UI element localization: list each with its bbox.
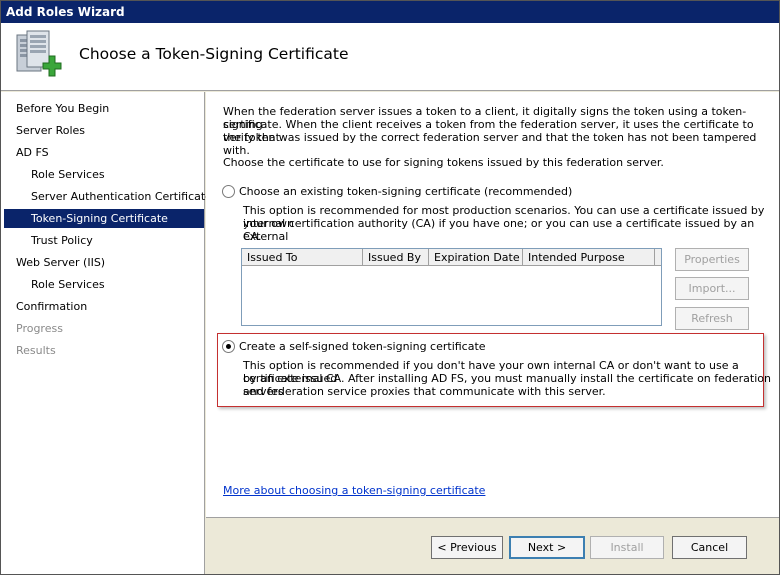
cancel-button[interactable]: Cancel <box>672 536 747 559</box>
wizard-window: Add Roles Wizard Choose a Token-Signing … <box>0 0 780 575</box>
wizard-footer: < Previous Next > Install Cancel <box>206 517 779 574</box>
previous-button[interactable]: < Previous <box>431 536 503 559</box>
step-server-authentication-certificate[interactable]: Server Authentication Certificate <box>31 187 212 206</box>
certificate-list[interactable]: Issued To Issued By Expiration Date Inte… <box>241 248 662 326</box>
next-button[interactable]: Next > <box>509 536 585 559</box>
existing-certificate-label[interactable]: Choose an existing token-signing certifi… <box>239 185 572 198</box>
intro-line-3: the token was issued by the correct fede… <box>223 131 757 157</box>
existing-desc-line-3: CA. <box>243 230 262 243</box>
step-token-signing-certificate-label: Token-Signing Certificate <box>31 212 168 225</box>
column-issued-to[interactable]: Issued To <box>242 249 363 266</box>
step-role-services-adfs[interactable]: Role Services <box>31 165 105 184</box>
wizard-content: When the federation server issues a toke… <box>206 92 779 517</box>
page-title: Choose a Token-Signing Certificate <box>79 45 349 63</box>
step-web-server-iis[interactable]: Web Server (IIS) <box>16 253 105 272</box>
install-button[interactable]: Install <box>590 536 664 559</box>
self-signed-certificate-label[interactable]: Create a self-signed token-signing certi… <box>239 340 486 353</box>
existing-desc-line-2: internal certification authority (CA) if… <box>243 217 755 243</box>
properties-button[interactable]: Properties <box>675 248 749 271</box>
certificate-list-header: Issued To Issued By Expiration Date Inte… <box>242 249 661 266</box>
step-token-signing-certificate[interactable]: Token-Signing Certificate <box>4 209 204 228</box>
wizard-header: Choose a Token-Signing Certificate <box>1 23 779 91</box>
choose-instruction: Choose the certificate to use for signin… <box>223 156 664 169</box>
window-title: Add Roles Wizard <box>6 5 125 19</box>
step-progress: Progress <box>16 322 63 335</box>
more-about-link[interactable]: More about choosing a token-signing cert… <box>223 484 485 497</box>
step-ad-fs[interactable]: AD FS <box>16 143 49 162</box>
existing-certificate-radio[interactable] <box>222 185 235 198</box>
step-confirmation[interactable]: Confirmation <box>16 297 87 316</box>
column-issued-by[interactable]: Issued By <box>363 249 429 266</box>
step-server-roles[interactable]: Server Roles <box>16 121 85 140</box>
column-expiration-date[interactable]: Expiration Date <box>429 249 523 266</box>
self-signed-certificate-radio[interactable] <box>222 340 235 353</box>
server-add-icon <box>16 30 62 77</box>
step-trust-policy[interactable]: Trust Policy <box>31 231 93 250</box>
self-signed-desc-line-3: and federation service proxies that comm… <box>243 385 606 398</box>
step-results: Results <box>16 344 56 357</box>
import-button[interactable]: Import... <box>675 277 749 300</box>
step-before-you-begin[interactable]: Before You Begin <box>16 99 109 118</box>
refresh-button[interactable]: Refresh <box>675 307 749 330</box>
wizard-steps-sidebar: Before You Begin Server Roles AD FS Role… <box>1 92 212 574</box>
step-role-services-iis[interactable]: Role Services <box>31 275 105 294</box>
column-intended-purpose[interactable]: Intended Purpose <box>523 249 655 266</box>
title-bar[interactable]: Add Roles Wizard <box>1 1 779 23</box>
